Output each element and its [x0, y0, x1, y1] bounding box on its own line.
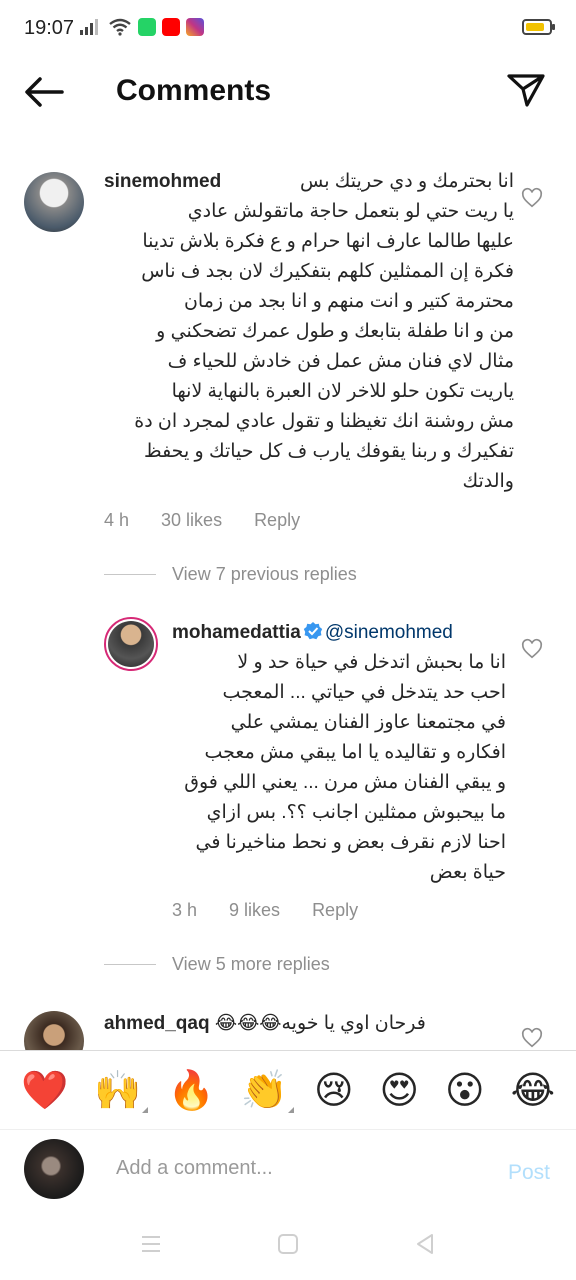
comment-text-line: والدتك	[462, 471, 514, 492]
username[interactable]: sinemohmed	[104, 167, 221, 197]
comment-text-line: عليها طالما عارف انها حرام و ع فكرة بلاش…	[142, 231, 514, 252]
system-nav-bar	[0, 1215, 576, 1280]
comment-text-line: و يبقي الفنان مش مرن ... يعني اللي فوق	[184, 772, 506, 793]
comment-header-line: mohamedattia @sinemohmed	[172, 618, 506, 648]
comment-meta: 3 h 9 likes Reply	[172, 900, 358, 921]
header: Comments	[0, 56, 576, 128]
battery-icon	[522, 19, 555, 35]
instagram-icon	[186, 18, 204, 36]
home-icon[interactable]	[277, 1233, 299, 1255]
comment-text-line: في مجتمعنا عاوز الفنان يمشي علي	[230, 712, 506, 733]
like-heart-icon[interactable]	[521, 638, 543, 660]
likes-count[interactable]: 30 likes	[161, 510, 222, 531]
comment-text-line: حياة بعض	[429, 862, 506, 883]
youtube-icon	[162, 18, 180, 36]
emoji-clapping-hands[interactable]: 👏	[241, 1071, 295, 1113]
comment-text-line: مش روشنة انك تغيظنا و تقول عادي لمجرد ان…	[134, 411, 514, 432]
page-title: Comments	[116, 74, 272, 107]
comment-text-line: انا بحترمك و دي حريتك بس	[300, 171, 514, 192]
like-heart-icon[interactable]	[521, 1027, 543, 1049]
comment-text-line: محترمة كتير و انت منهم و انا بجد من زمان	[183, 291, 514, 312]
comment-first-line: ahmed_qaq فرحان اوي يا خويه😂😂😂	[104, 1009, 514, 1039]
username[interactable]: mohamedattia	[172, 622, 301, 643]
emoji-fire[interactable]: 🔥	[167, 1071, 214, 1109]
avatar[interactable]	[24, 1011, 84, 1050]
emoji-raising-hands[interactable]: 🙌	[94, 1071, 148, 1113]
signal-icon	[80, 19, 98, 35]
comment-text-line: مثال لاي فنان مش عمل فن خادش للحياء ف	[167, 351, 514, 372]
comment-text-line: انا ما بحبش اتدخل في حياة حد و لا	[237, 652, 506, 673]
back-triangle-icon[interactable]	[414, 1233, 436, 1255]
comment-text-line: تفكيرك و ربنا يقوفك يارب ف كل حياتك و يح…	[144, 441, 514, 462]
comment-text-line: افكاره و تقاليده يا اما يبقي مش معجب	[204, 742, 507, 763]
status-icons	[80, 18, 204, 36]
comment-first-line: sinemohmed انا بحترمك و دي حريتك بس	[104, 167, 514, 197]
status-time: 19:07	[24, 17, 75, 39]
view-replies-label[interactable]: View 5 more replies	[172, 954, 330, 975]
current-user-avatar	[24, 1139, 84, 1199]
comment-time: 4 h	[104, 510, 130, 530]
mention-link[interactable]: @sinemohmed	[325, 622, 453, 643]
divider-line	[104, 574, 156, 575]
comment-body: ahmed_qaq فرحان اوي يا خويه😂😂😂	[104, 1009, 514, 1039]
reply-button[interactable]: Reply	[312, 900, 358, 921]
comment-input[interactable]	[116, 1157, 476, 1180]
like-heart-icon[interactable]	[521, 187, 543, 209]
comment-text-line: احنا لازم نقرف بعض و نحط مناخيرنا في	[195, 832, 506, 853]
emoji-surprised-face[interactable]: 😮	[445, 1071, 485, 1109]
comment-composer: Post	[0, 1131, 576, 1211]
arrow-left-icon[interactable]	[22, 74, 66, 110]
wifi-icon	[109, 18, 131, 36]
comment-text-line: فرحان اوي يا خويه😂😂😂	[214, 1013, 426, 1034]
comment-text-line: ما بيحبوش ممثلين اجانب ؟؟. بس ازاي	[206, 802, 506, 823]
verified-badge-icon	[303, 622, 323, 640]
comment-time: 3 h	[172, 900, 198, 920]
comment-item: ahmed_qaq فرحان اوي يا خويه😂😂😂	[0, 1000, 576, 1050]
comment-text-line: ياريت تكون حلو للاخر لان العبرة بالنهاية…	[171, 381, 514, 402]
emoji-tears-of-joy[interactable]: 😂	[511, 1071, 555, 1109]
menu-icon[interactable]	[140, 1233, 162, 1255]
reply-button[interactable]: Reply	[254, 510, 300, 531]
emoji-crying-face[interactable]: 😢	[314, 1071, 354, 1109]
battery-fill	[526, 23, 545, 31]
avatar-image	[108, 621, 154, 667]
comments-list[interactable]: sinemohmed انا بحترمك و دي حريتك بس يا ري…	[0, 150, 576, 1050]
comment-item: sinemohmed انا بحترمك و دي حريتك بس يا ري…	[0, 150, 576, 560]
username[interactable]: ahmed_qaq	[104, 1013, 210, 1034]
emoji-quick-bar: ❤️ 🙌 🔥 👏 😢 😍 😮 😂	[0, 1050, 576, 1130]
emoji-red-heart[interactable]: ❤️	[21, 1071, 68, 1109]
avatar[interactable]	[104, 617, 158, 671]
view-replies-label[interactable]: View 7 previous replies	[172, 564, 357, 585]
likes-count[interactable]: 9 likes	[229, 900, 280, 921]
comment-meta: 4 h 30 likes Reply	[104, 510, 300, 531]
view-more-replies[interactable]: View 5 more replies	[104, 954, 330, 975]
comment-text-line: فكرة إن الممثلين كلهم بتفكيرك لان بجد ف …	[141, 261, 514, 282]
paper-plane-icon[interactable]	[506, 70, 546, 110]
reply-item: mohamedattia @sinemohmed انا ما بحبش اتدخ…	[0, 605, 576, 920]
emoji-heart-eyes[interactable]: 😍	[380, 1071, 420, 1109]
post-button[interactable]: Post	[508, 1161, 550, 1185]
comment-text-line: احب حد يتدخل في حياتي ... المعجب	[222, 682, 507, 703]
comment-text-line: يا ريت حتي لو بتعمل حاجة ماتقولش عادي	[187, 201, 514, 222]
divider-line	[104, 964, 156, 965]
view-previous-replies[interactable]: View 7 previous replies	[104, 564, 357, 585]
avatar[interactable]	[24, 172, 84, 232]
whatsapp-icon	[138, 18, 156, 36]
comment-text-line: من و انا طفلة بتابعك و طول عمرك تضحكني و	[156, 321, 514, 342]
status-bar: 19:07	[0, 0, 576, 56]
comment-body: sinemohmed انا بحترمك و دي حريتك بس يا ري…	[104, 167, 514, 497]
comment-body: mohamedattia @sinemohmed انا ما بحبش اتدخ…	[172, 618, 506, 888]
